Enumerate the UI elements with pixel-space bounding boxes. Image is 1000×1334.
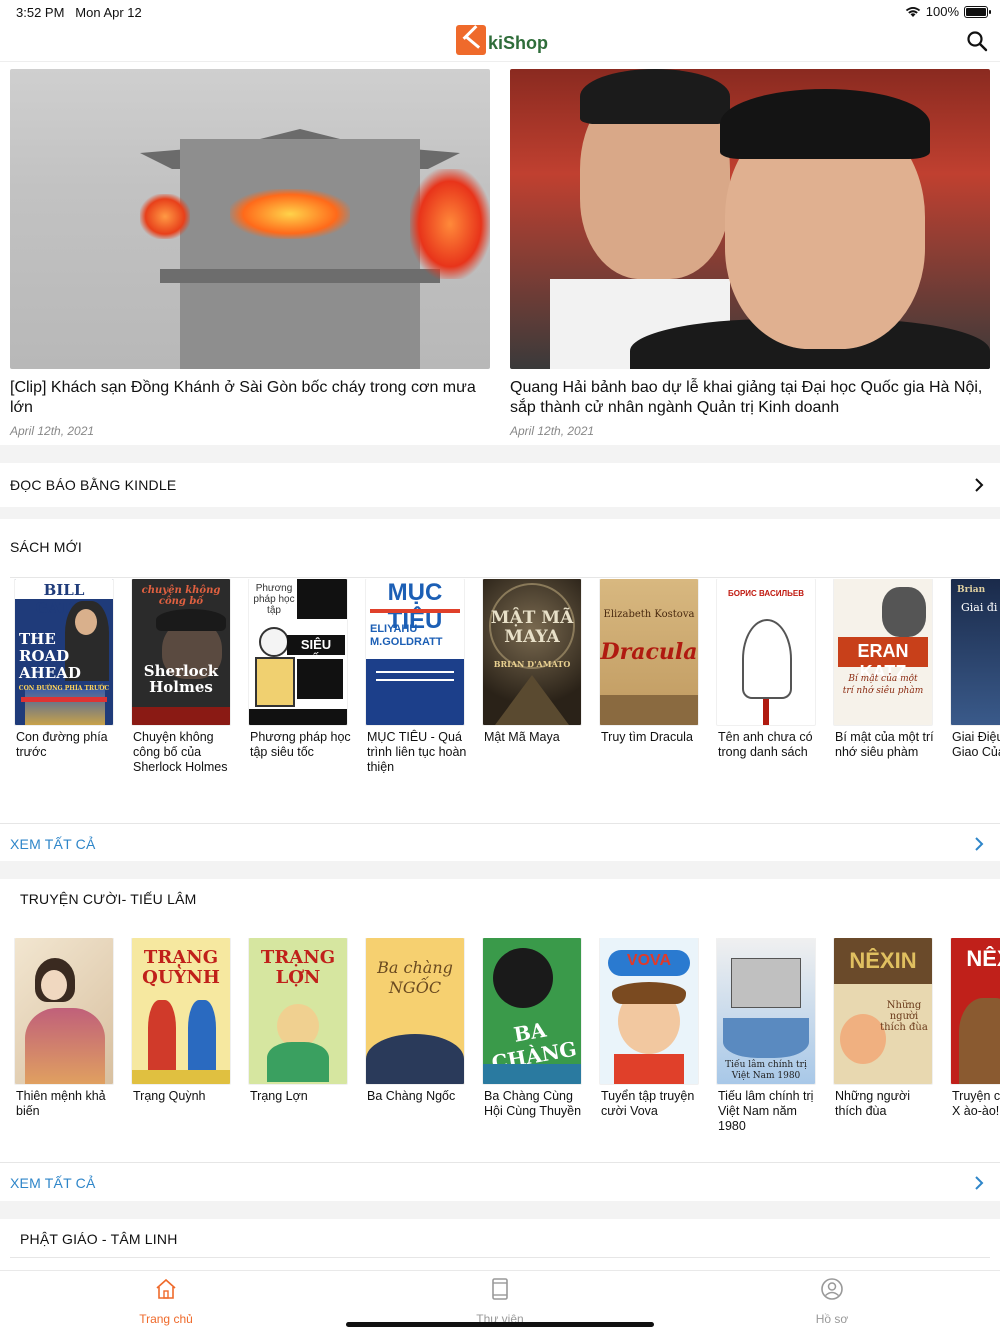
news-date: April 12th, 2021 [510, 424, 595, 438]
search-icon[interactable] [966, 30, 988, 52]
book-item[interactable]: BILL GATES THE ROAD AHEAD CON ĐƯỜNG PHÍA… [15, 579, 120, 760]
kindle-row[interactable]: ĐỌC BÁO BẰNG KINDLE [0, 463, 1000, 507]
book-title: Trạng Quỳnh [133, 1089, 206, 1103]
book-cover: Tiếu lâm chính trị Việt Nam 1980 [717, 938, 815, 1084]
book-item[interactable]: БОРИС ВАСИЛЬЕВ Tên anh chưa có trong dan… [717, 579, 822, 760]
book-cover: TRẠNG LỢN [249, 938, 347, 1084]
book-cover: TRẠNG QUỲNH [132, 938, 230, 1084]
news-title: Quang Hải bảnh bao dự lễ khai giảng tại … [510, 379, 983, 416]
news-image [10, 69, 490, 369]
book-title: Truy tìm Dracula [601, 730, 693, 744]
book-cover: VOVA [600, 938, 698, 1084]
book-item[interactable]: ERAN KATZ Bí mật của một trí nhớ siêu ph… [834, 579, 939, 760]
see-all-label: XEM TẤT CẢ [10, 836, 96, 852]
book-item[interactable]: TRẠNG QUỲNH Trạng Quỳnh [132, 938, 237, 1104]
status-time: 3:52 PM Mon Apr 12 [16, 5, 142, 20]
book-item[interactable]: Thiên mệnh khả biến [15, 938, 120, 1119]
book-title: Tuyển tập truyện cười Vova [601, 1089, 695, 1118]
book-item[interactable]: VOVA Tuyển tập truyện cười Vova [600, 938, 705, 1119]
tab-profile[interactable]: Hồ sơ [762, 1277, 902, 1326]
book-title: Mật Mã Maya [484, 730, 560, 744]
featured-news: [Clip] Khách sạn Đồng Khánh ở Sài Gòn bố… [0, 69, 1000, 445]
book-item[interactable]: NÊXIN Những người thích đùa Những người … [834, 938, 939, 1119]
book-item[interactable]: TRẠNG LỢN Trạng Lợn [249, 938, 354, 1104]
chevron-right-icon [975, 478, 984, 492]
book-title: Trạng Lợn [250, 1089, 308, 1103]
book-cover: BILL GATES THE ROAD AHEAD CON ĐƯỜNG PHÍA… [15, 579, 113, 725]
book-cover: Phương pháp học tập SIÊU TỐC [249, 579, 347, 725]
book-cover [15, 938, 113, 1084]
book-title: Giai Điệu Bản Giao Của Vũ T [952, 730, 1000, 759]
tab-label: Trang chủ [139, 1312, 193, 1326]
book-cover: NÊXIN Những người thích đùa [834, 938, 932, 1084]
book-item[interactable]: Phương pháp học tập SIÊU TỐC Phương pháp… [249, 579, 354, 760]
logo-mark-icon [456, 25, 486, 55]
book-title: MỤC TIÊU - Quá trình liên tục hoàn thiện [367, 730, 467, 774]
app-logo[interactable]: kiShop [456, 25, 548, 55]
book-cover: NÊXIN [951, 938, 1000, 1084]
tab-library[interactable]: Thư viện [430, 1277, 570, 1326]
news-card[interactable]: Quang Hải bảnh bao dự lễ khai giảng tại … [510, 69, 990, 438]
see-all-button[interactable]: XEM TẤT CẢ [0, 1162, 1000, 1202]
section-title: TRUYỆN CƯỜI- TIẾU LÂM [20, 891, 197, 907]
book-cover: ERAN KATZ Bí mật của một trí nhớ siêu ph… [834, 579, 932, 725]
book-cover: БОРИС ВАСИЛЬЕВ [717, 579, 815, 725]
book-item[interactable]: chuyện không công bố Sherlock Holmes Chu… [132, 579, 237, 775]
chevron-right-icon [975, 837, 984, 851]
section-new-books: SÁCH MỚI BILL GATES THE ROAD AHEAD CON Đ… [0, 519, 1000, 861]
logo-text: kiShop [488, 32, 549, 53]
tab-home[interactable]: Trang chủ [96, 1277, 236, 1326]
section-comedy: TRUYỆN CƯỜI- TIẾU LÂM Thiên mệnh khả biế… [0, 879, 1000, 1201]
home-indicator[interactable] [346, 1322, 654, 1327]
book-title: Con đường phía trước [16, 730, 108, 759]
news-date: April 12th, 2021 [10, 424, 95, 438]
book-item[interactable]: NÊXIN Truyện c Nêxin - X ào-ào! [951, 938, 1000, 1119]
news-title: [Clip] Khách sạn Đồng Khánh ở Sài Gòn bố… [10, 379, 476, 416]
wifi-icon [905, 6, 920, 17]
book-title: Thiên mệnh khả biến [16, 1089, 106, 1118]
book-cover: MỤC TIÊU ELIYAHU M.GOLDRATT [366, 579, 464, 725]
battery-icon [964, 5, 991, 18]
battery-percent: 100% [925, 4, 959, 19]
book-item[interactable]: Elizabeth Kostova Dracula Truy tìm Dracu… [600, 579, 705, 745]
book-title: Tên anh chưa có trong danh sách [718, 730, 813, 759]
status-bar: 3:52 PM Mon Apr 12 100% [0, 0, 1000, 22]
book-cover: chuyện không công bố Sherlock Holmes [132, 579, 230, 725]
book-item[interactable]: MẬT MÃ MAYA BRIAN D'AMATO Mật Mã Maya [483, 579, 588, 745]
section-buddhism: PHẬT GIÁO - TÂM LINH [0, 1219, 1000, 1270]
book-item[interactable]: Ba chàng NGỐC Ba Chàng Ngốc [366, 938, 471, 1104]
book-cover: Brian Giai đi [951, 579, 1000, 725]
profile-icon [821, 1278, 843, 1300]
book-carousel[interactable]: BILL GATES THE ROAD AHEAD CON ĐƯỜNG PHÍA… [0, 579, 1000, 799]
book-cover: Elizabeth Kostova Dracula [600, 579, 698, 725]
news-card[interactable]: [Clip] Khách sạn Đồng Khánh ở Sài Gòn bố… [10, 69, 490, 438]
book-title: Bí mật của một trí nhớ siêu phàm [835, 730, 934, 759]
home-icon [156, 1278, 176, 1299]
news-image [510, 69, 990, 369]
book-title: Ba Chàng Ngốc [367, 1089, 456, 1103]
kindle-label: ĐỌC BÁO BẰNG KINDLE [10, 477, 177, 493]
section-title: PHẬT GIÁO - TÂM LINH [20, 1231, 178, 1247]
book-item[interactable]: BA CHÀNG Ba Chàng Cùng Hội Cùng Thuyền [483, 938, 588, 1119]
book-item[interactable]: MỤC TIÊU ELIYAHU M.GOLDRATT MỤC TIÊU - Q… [366, 579, 471, 775]
book-title: Truyện c Nêxin - X ào-ào! [952, 1089, 1000, 1118]
library-icon [492, 1278, 508, 1300]
tab-label: Hồ sơ [815, 1312, 849, 1326]
book-cover: MẬT MÃ MAYA BRIAN D'AMATO [483, 579, 581, 725]
book-title: Phương pháp học tập siêu tốc [250, 730, 351, 759]
book-title: Ba Chàng Cùng Hội Cùng Thuyền [484, 1089, 582, 1118]
book-cover: Ba chàng NGỐC [366, 938, 464, 1084]
book-item[interactable]: Brian Giai đi Giai Điệu Bản Giao Của Vũ … [951, 579, 1000, 760]
book-title: Chuyện không công bố của Sherlock Holmes [133, 730, 228, 774]
book-cover: BA CHÀNG [483, 938, 581, 1084]
book-title: Tiếu lâm chính trị Việt Nam năm 1980 [718, 1089, 814, 1133]
app-header: kiShop [0, 22, 1000, 62]
see-all-button[interactable]: XEM TẤT CẢ [0, 823, 1000, 863]
see-all-label: XEM TẤT CẢ [10, 1175, 96, 1191]
book-item[interactable]: Tiếu lâm chính trị Việt Nam 1980 Tiếu lâ… [717, 938, 822, 1134]
book-carousel[interactable]: Thiên mệnh khả biến TRẠNG QUỲNH Trạng Qu… [0, 938, 1000, 1158]
book-title: Những người thích đùa [835, 1089, 910, 1118]
chevron-right-icon [975, 1176, 984, 1190]
section-title: SÁCH MỚI [10, 539, 82, 555]
